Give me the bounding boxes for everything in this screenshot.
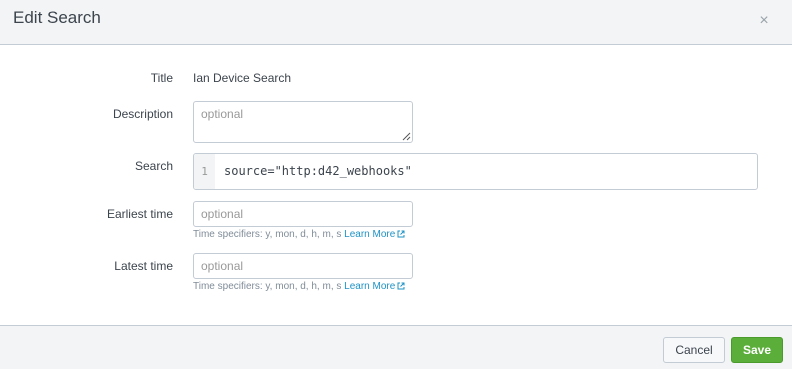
external-link-icon	[397, 282, 405, 290]
latest-time-input[interactable]	[193, 253, 413, 279]
earliest-time-label: Earliest time	[106, 207, 173, 221]
latest-time-help-text: Time specifiers: y, mon, d, h, m, s	[193, 281, 342, 292]
title-label: Title	[150, 71, 173, 85]
description-label: Description	[112, 107, 173, 121]
dialog-header: Edit Search ×	[0, 0, 792, 45]
cancel-button[interactable]: Cancel	[663, 337, 725, 363]
latest-time-help: Time specifiers: y, mon, d, h, m, s Lear…	[193, 281, 405, 292]
dialog-title: Edit Search	[13, 8, 101, 27]
save-button[interactable]: Save	[731, 337, 783, 363]
resize-grip-icon[interactable]	[401, 131, 411, 141]
latest-time-learn-more-link[interactable]: Learn More	[344, 281, 405, 292]
description-field[interactable]	[193, 101, 413, 143]
search-query[interactable]: source="http:d42_webhooks"	[224, 154, 412, 189]
dialog-footer: Cancel Save	[0, 325, 792, 369]
latest-time-learn-more-label: Learn More	[344, 281, 396, 292]
earliest-time-input[interactable]	[193, 201, 413, 227]
search-label: Search	[134, 159, 173, 173]
earliest-time-learn-more-link[interactable]: Learn More	[344, 229, 405, 240]
external-link-icon	[397, 230, 405, 238]
earliest-time-help: Time specifiers: y, mon, d, h, m, s Lear…	[193, 229, 405, 240]
search-editor[interactable]: 1 source="http:d42_webhooks"	[193, 153, 758, 190]
earliest-time-learn-more-label: Learn More	[344, 229, 396, 240]
latest-time-label: Latest time	[114, 259, 173, 273]
close-icon[interactable]: ×	[754, 11, 774, 31]
earliest-time-help-text: Time specifiers: y, mon, d, h, m, s	[193, 229, 342, 240]
edit-search-dialog: Edit Search × Title Ian Device Search De…	[0, 0, 792, 369]
line-number: 1	[194, 154, 215, 189]
title-value: Ian Device Search	[193, 71, 292, 85]
